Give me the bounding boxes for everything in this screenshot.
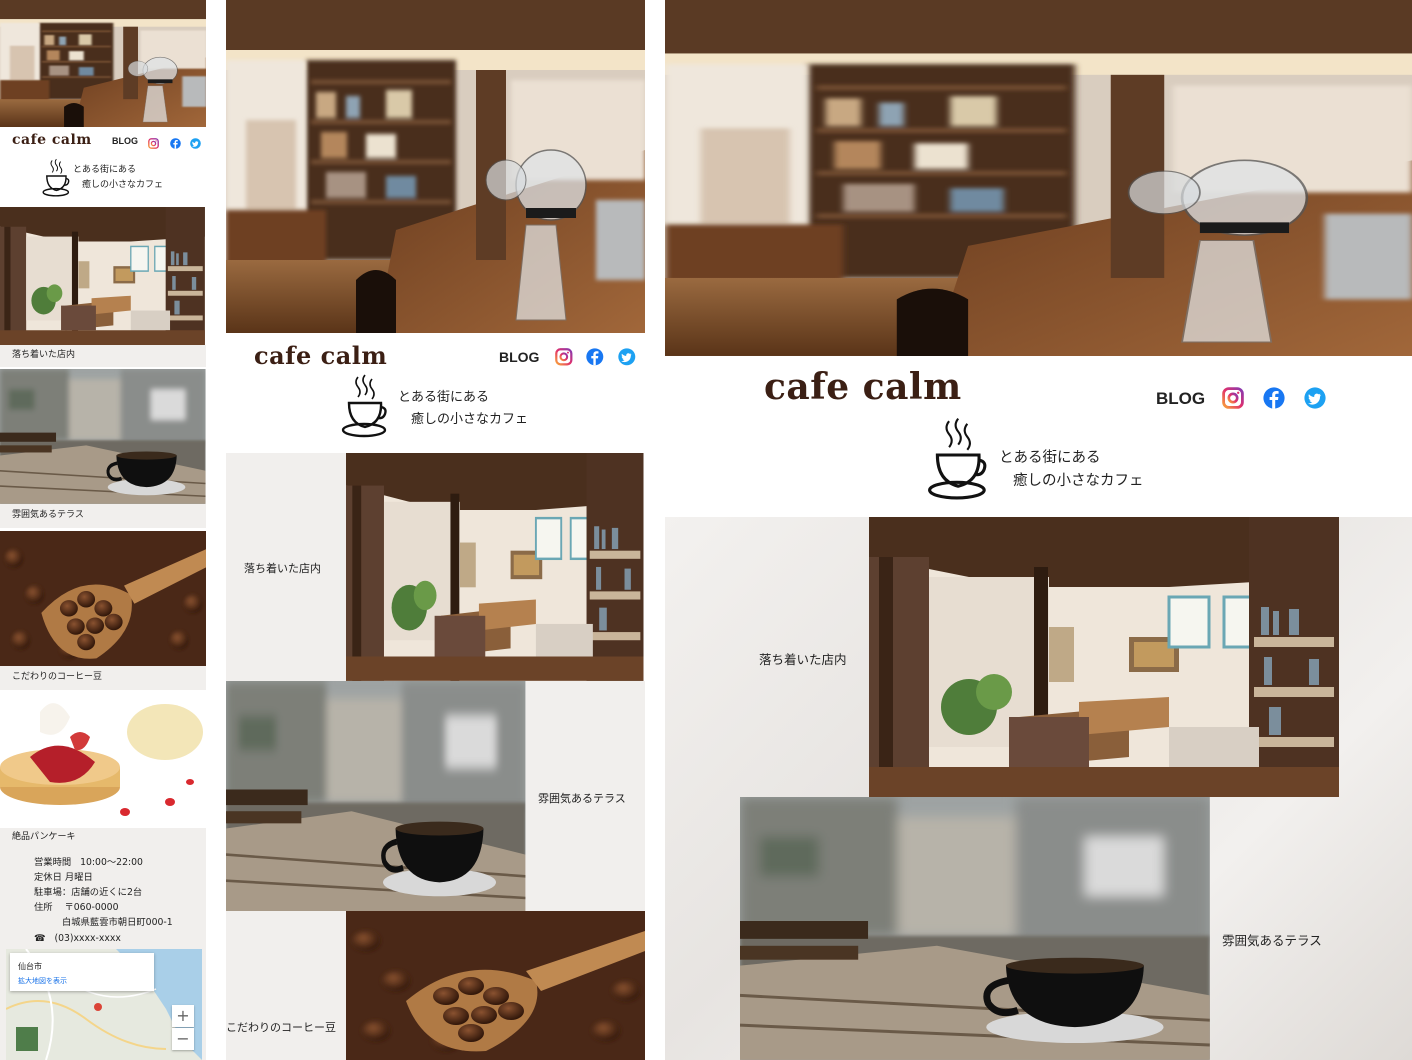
hero-photo-cafe (226, 0, 645, 333)
beans-photo (0, 531, 206, 666)
coffee-cup-icon (42, 158, 70, 202)
hero-photo-cafe (0, 0, 206, 127)
mobile-preview: cafe calm BLOG とある街にある 癒しの小さなカフェ 落ち着いた店内… (0, 0, 206, 1060)
map-embed[interactable]: 仙台市 拡大地図を表示 + − (6, 949, 202, 1060)
caption-terrace: 雰囲気あるテラス (1222, 933, 1322, 948)
coffee-cup-icon (927, 416, 987, 506)
shop-info: 営業時間 10:00～22:00 定休日 月曜日 駐車場：店舗の近くに2台 住所… (34, 855, 173, 946)
interior-photo (346, 453, 645, 681)
phone-icon: ☎ (34, 933, 46, 944)
tagline-line-1: とある街にある (398, 390, 490, 405)
pancake-photo (0, 692, 206, 828)
tagline-line-1: とある街にある (999, 450, 1101, 466)
hero-photo-cafe (665, 0, 1412, 356)
closed-value: 月曜日 (64, 872, 93, 883)
caption-block (226, 911, 346, 1060)
map-zoom-in-button[interactable]: + (172, 1005, 194, 1027)
caption-terrace: 雰囲気あるテラス (12, 510, 84, 520)
zip-code: 〒060-0000 (64, 902, 119, 913)
beans-photo (346, 911, 645, 1060)
instagram-icon[interactable] (1222, 387, 1244, 413)
facebook-icon[interactable] (1263, 387, 1285, 413)
facebook-icon[interactable] (586, 348, 604, 370)
tagline-line-1: とある街にある (73, 165, 137, 175)
terrace-photo (0, 369, 206, 504)
caption-interior: 落ち着いた店内 (12, 350, 76, 360)
desktop-preview: cafe calm BLOG とある街にある 癒しの小さなカフェ 落ち着いた店内… (665, 0, 1412, 1060)
parking-text: 駐車場：店舗の近くに2台 (34, 887, 143, 898)
interior-photo (0, 207, 206, 345)
terrace-photo (226, 681, 526, 911)
twitter-icon[interactable] (618, 348, 636, 370)
logo[interactable]: cafe calm (12, 132, 92, 148)
caption-interior: 落ち着いた店内 (759, 652, 847, 667)
caption-interior: 落ち着いた店内 (244, 562, 321, 575)
blog-link[interactable]: BLOG (499, 349, 539, 365)
map-zoom-out-button[interactable]: − (172, 1028, 194, 1050)
facebook-icon[interactable] (170, 134, 181, 153)
twitter-icon[interactable] (190, 134, 201, 153)
blog-link[interactable]: BLOG (112, 136, 138, 146)
phone-number: (03)xxxx-xxxx (54, 933, 121, 944)
blog-link[interactable]: BLOG (1156, 389, 1205, 409)
twitter-icon[interactable] (1304, 387, 1326, 413)
map-place-name: 仙台市 (18, 962, 42, 971)
caption-beans: こだわりのコーヒー豆 (12, 672, 103, 682)
instagram-icon[interactable] (148, 134, 159, 153)
address-label: 住所 (34, 902, 53, 913)
instagram-icon[interactable] (555, 348, 573, 370)
address-text: 白城県藍雲市朝日町000-1 (62, 917, 173, 928)
map-enlarge-link[interactable]: 拡大地図を表示 (18, 976, 67, 986)
hours-label: 営業時間 (34, 857, 72, 868)
interior-photo (869, 517, 1339, 797)
caption-terrace: 雰囲気あるテラス (538, 792, 626, 805)
terrace-photo (740, 797, 1210, 1060)
coffee-cup-icon (341, 373, 387, 443)
tagline-line-2: 癒しの小さなカフェ (411, 412, 529, 427)
tagline-line-2: 癒しの小さなカフェ (1013, 473, 1144, 489)
logo[interactable]: cafe calm (764, 366, 962, 408)
map-info-card: 仙台市 拡大地図を表示 (10, 953, 154, 991)
caption-pancake: 絶品パンケーキ (12, 832, 76, 842)
closed-label: 定休日 (34, 872, 62, 883)
logo[interactable]: cafe calm (254, 341, 387, 370)
hours-value: 10:00～22:00 (80, 857, 143, 868)
tagline-line-2: 癒しの小さなカフェ (82, 180, 164, 190)
tablet-preview: cafe calm BLOG とある街にある 癒しの小さなカフェ 落ち着いた店内… (226, 0, 645, 1060)
caption-beans: こだわりのコーヒー豆 (226, 1021, 336, 1034)
